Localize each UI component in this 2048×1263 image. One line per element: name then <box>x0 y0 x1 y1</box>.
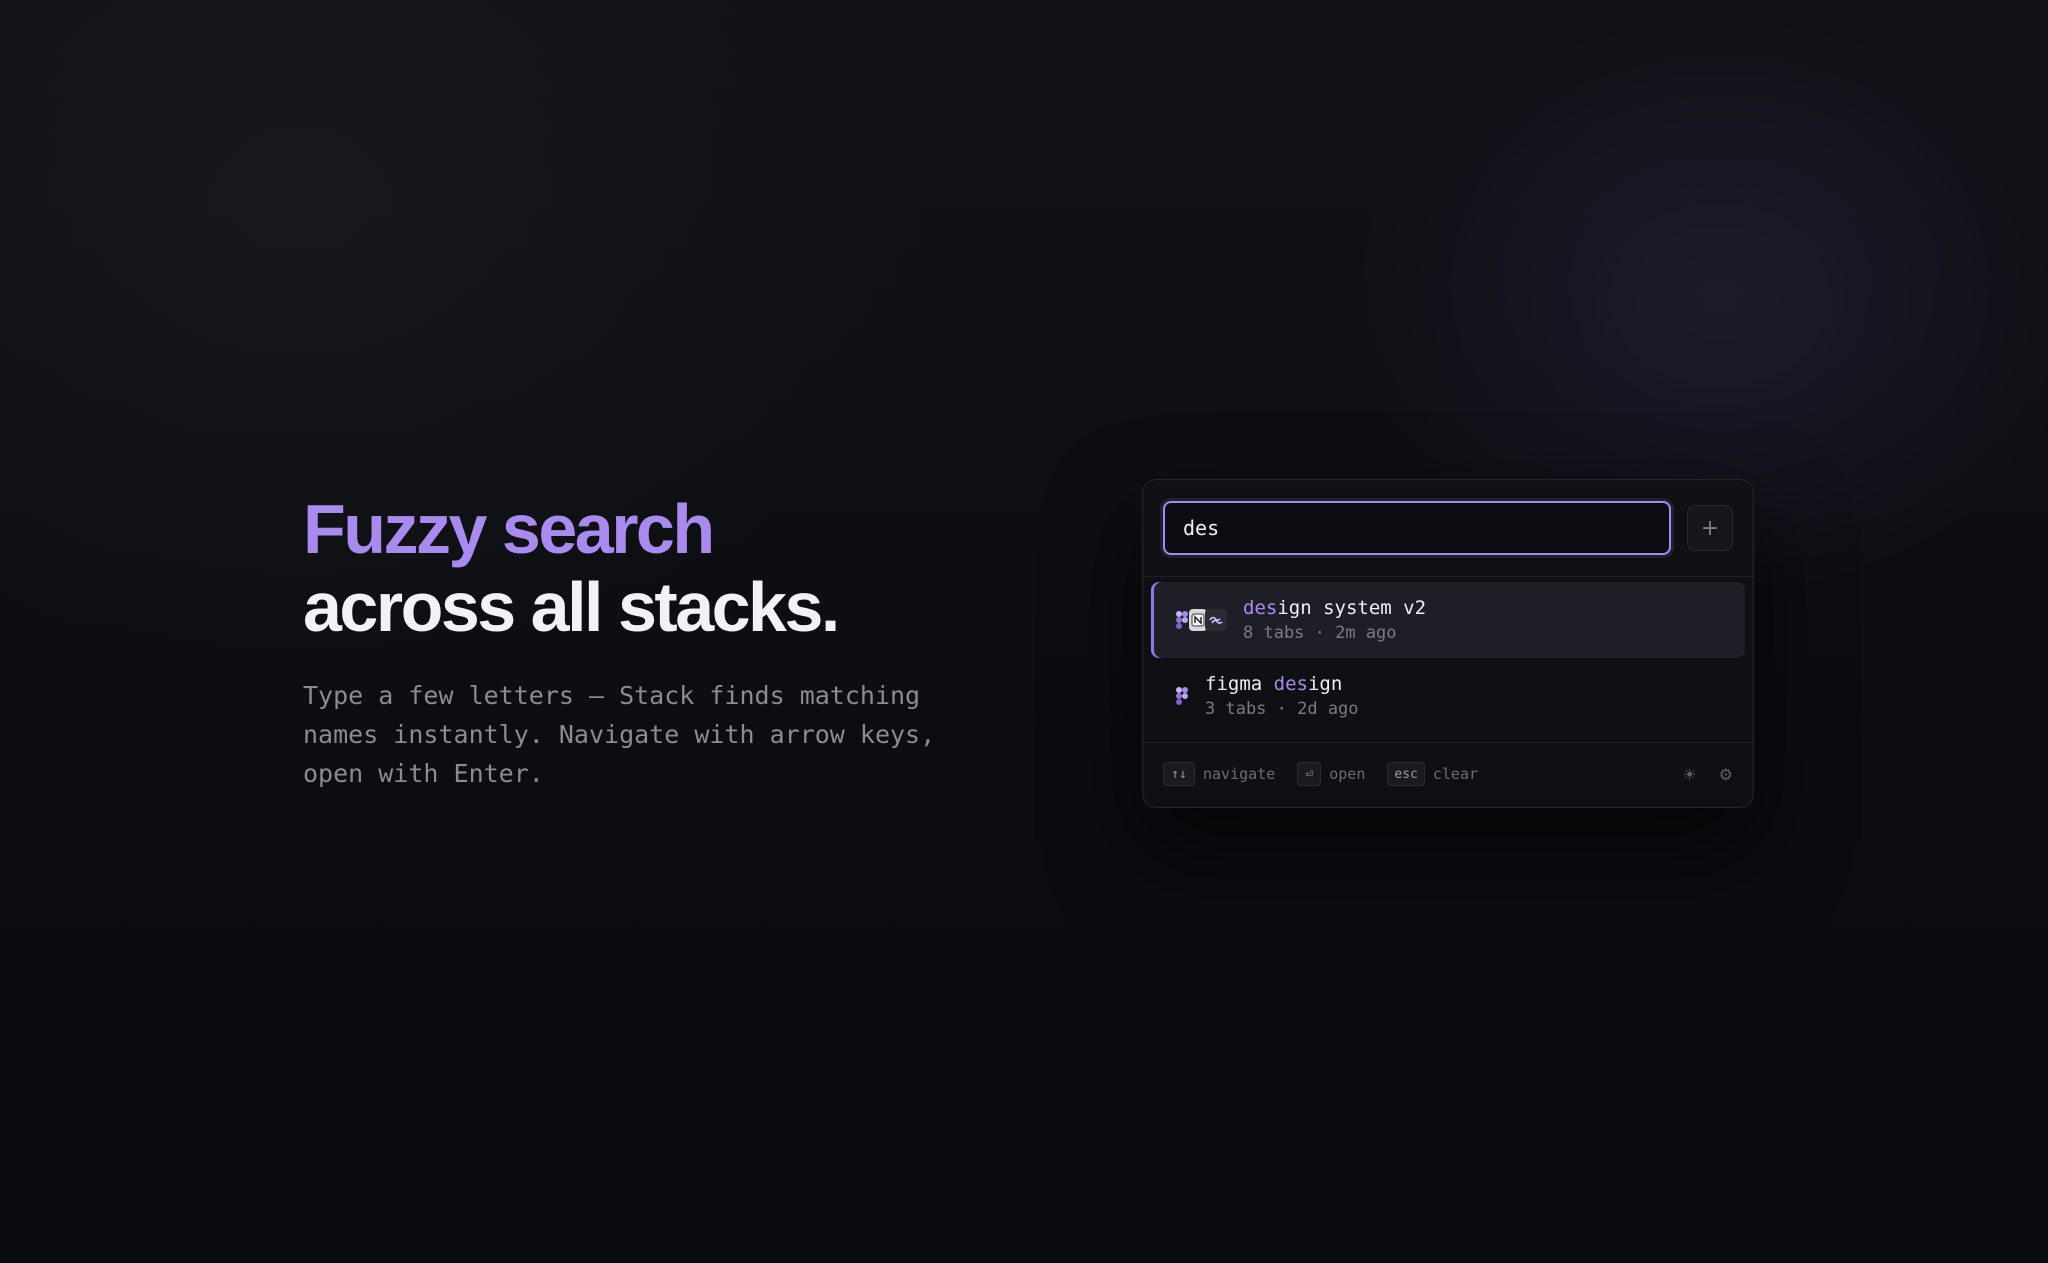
clear-hint: clear <box>1432 765 1479 783</box>
result-name: design system v2 <box>1243 595 1426 621</box>
hero-headline: Fuzzy search across all stacks. <box>303 490 1023 646</box>
enter-key: ⏎ <box>1297 762 1322 786</box>
footer-actions: ☀ ⚙ <box>1682 765 1733 784</box>
hero-section: Fuzzy search across all stacks. Type a f… <box>303 490 1023 818</box>
stack-search-panel: + <box>1142 479 1754 808</box>
headline-main: across all stacks. <box>303 568 840 646</box>
plus-icon: + <box>1700 515 1720 541</box>
keyboard-hints-footer: ↑↓ navigate ⏎ open esc clear ☀ ⚙ <box>1163 759 1733 789</box>
result-name-prefix: figma <box>1205 673 1274 695</box>
add-stack-button[interactable]: + <box>1687 505 1733 551</box>
divider <box>1143 742 1753 743</box>
result-text: figma design 3 tabs · 2d ago <box>1205 671 1359 721</box>
open-hint: open <box>1329 765 1366 783</box>
tailwind-icon <box>1205 609 1227 631</box>
result-name-rest: ign <box>1307 673 1343 695</box>
arrow-keys-key: ↑↓ <box>1163 762 1195 786</box>
headline-accent: Fuzzy search <box>303 490 715 568</box>
theme-toggle-icon[interactable]: ☀ <box>1682 765 1696 784</box>
result-text: design system v2 8 tabs · 2m ago <box>1243 595 1426 645</box>
settings-icon[interactable]: ⚙ <box>1719 765 1733 784</box>
figma-icon <box>1173 685 1191 707</box>
result-item-design-system-v2[interactable]: design system v2 8 tabs · 2m ago <box>1151 582 1745 658</box>
result-meta: 8 tabs · 2m ago <box>1243 623 1397 643</box>
result-item-figma-design[interactable]: figma design 3 tabs · 2d ago <box>1151 658 1745 734</box>
search-input[interactable] <box>1163 501 1671 555</box>
results-list: design system v2 8 tabs · 2m ago figma d <box>1151 582 1745 734</box>
result-favicons <box>1173 682 1189 710</box>
esc-key: esc <box>1387 762 1425 786</box>
result-meta: 3 tabs · 2d ago <box>1205 699 1359 719</box>
divider <box>1143 576 1753 577</box>
navigate-hint: navigate <box>1203 765 1276 783</box>
result-name-match: des <box>1273 673 1308 695</box>
result-favicons <box>1173 606 1227 634</box>
result-name: figma design <box>1205 671 1359 697</box>
result-name-match: des <box>1243 597 1278 619</box>
result-name-rest: ign system v2 <box>1277 597 1427 619</box>
hero-subtitle: Type a few letters — Stack finds matchin… <box>303 681 936 788</box>
search-row: + <box>1163 501 1733 555</box>
